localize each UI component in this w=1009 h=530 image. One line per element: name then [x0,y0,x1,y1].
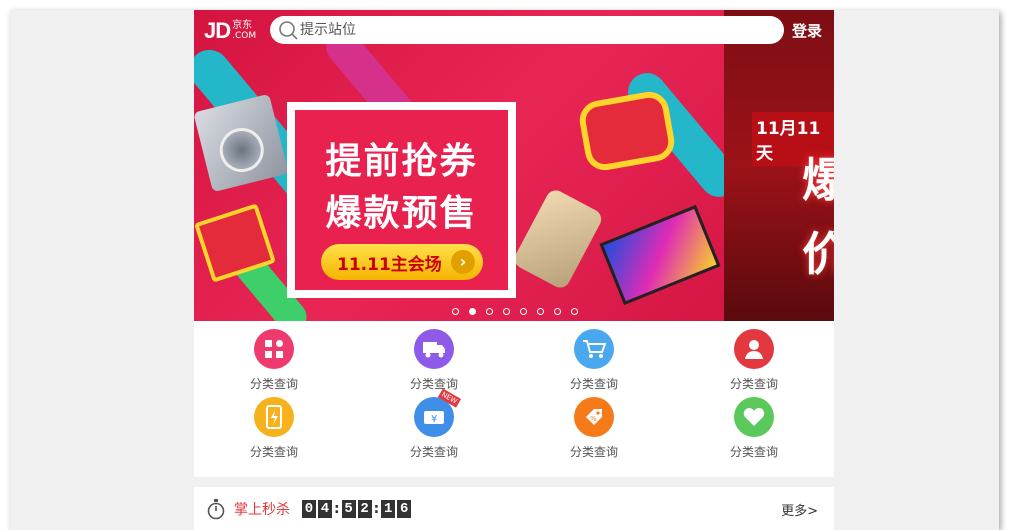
banner-carousel[interactable]: 提前抢券 爆款预售 11.11主会场 › 11月11天 爆 价 JD 京东 .C… [194,10,834,321]
category-label: 分类查询 [729,445,778,459]
main-venue-label: 11.11主会场 [337,254,442,275]
tv-image [599,204,721,306]
logo-main: JD [204,18,231,43]
svg-text:%: % [590,415,597,423]
promo-title-line2: 爆款预售 [325,193,478,234]
user-icon [734,329,774,369]
category-item[interactable]: 分类查询 [354,329,514,397]
countdown-separator: : [373,500,380,517]
main-venue-button[interactable]: 11.11主会场 › [321,244,483,280]
cart-icon [574,329,614,369]
jd-logo[interactable]: JD 京东 .COM [204,18,256,44]
category-item[interactable]: 分类查询 [194,329,354,397]
search-icon [279,21,298,40]
carousel-dot[interactable] [537,308,544,315]
category-item[interactable]: 分类查询 [674,397,834,465]
logo-com: .COM [232,31,257,41]
category-item[interactable]: ¥ NEW 分类查询 [354,388,514,465]
carousel-dot[interactable] [520,308,527,315]
promo-title-line1: 提前抢券 [325,141,478,182]
category-item[interactable]: % 分类查询 [514,397,674,465]
category-label: 分类查询 [249,377,298,391]
carousel-dot[interactable] [452,308,459,315]
category-label: 分类查询 [569,445,618,459]
carousel-dots [452,308,578,315]
countdown-digit: 5 [341,499,356,518]
carousel-dot[interactable] [571,308,578,315]
mobile-page: 提前抢券 爆款预售 11.11主会场 › 11月11天 爆 价 JD 京东 .C… [194,10,834,530]
top-header: JD 京东 .COM 登录 [194,10,834,50]
countdown-digit: 4 [318,499,332,518]
air-purifier-image [511,186,605,292]
next-slide-big-char-2: 价 [802,227,834,281]
category-label: 分类查询 [249,445,298,459]
red-envelope-image [576,88,678,174]
carousel-dot[interactable] [554,308,561,315]
category-item[interactable]: 分类查询 [674,329,834,397]
promo-card[interactable]: 提前抢券 爆款预售 11.11主会场 › [287,102,516,298]
heart-icon [734,397,774,437]
flash-sale-title: 掌上秒杀 [234,501,290,518]
countdown-digit: 0 [302,499,316,518]
category-label: 分类查询 [409,377,458,391]
stopwatch-icon [207,498,225,519]
countdown-separator: : [334,500,340,517]
svg-text:¥: ¥ [431,414,437,425]
carousel-dot[interactable] [486,308,493,315]
more-link[interactable]: 更多> [781,500,818,519]
category-grid: 分类查询 分类查询 分类查询 分类查询 分类查询 ¥ NEW 分类查询 % 分类… [194,321,834,477]
grid-icon [254,329,294,369]
countdown-timer: 0 4 : 5 2 : 1 6 [302,499,413,518]
search-box[interactable] [270,16,784,44]
category-label: 分类查询 [409,445,458,459]
carousel-dot[interactable] [469,308,476,315]
countdown-digit: 6 [397,499,412,518]
search-input[interactable] [300,22,740,38]
category-label: 分类查询 [569,377,618,391]
login-link[interactable]: 登录 [792,20,822,41]
logo-cn: 京东 [232,20,253,31]
chevron-right-icon: › [451,250,475,274]
next-slide-big-char-1: 爆 [802,153,834,207]
countdown-digit: 1 [381,499,396,518]
category-item[interactable]: 分类查询 [194,397,354,465]
flash-sale-bar: 掌上秒杀 0 4 : 5 2 : 1 6 更多> [194,487,834,530]
ticket-new-icon: ¥ NEW [414,388,462,437]
carousel-dot[interactable] [503,308,510,315]
discount-tag-icon: % [574,397,614,437]
countdown-digit: 2 [357,499,372,518]
phone-charge-icon [254,397,294,437]
truck-icon [414,329,454,369]
category-label: 分类查询 [729,377,778,391]
category-item[interactable]: 分类查询 [514,329,674,397]
